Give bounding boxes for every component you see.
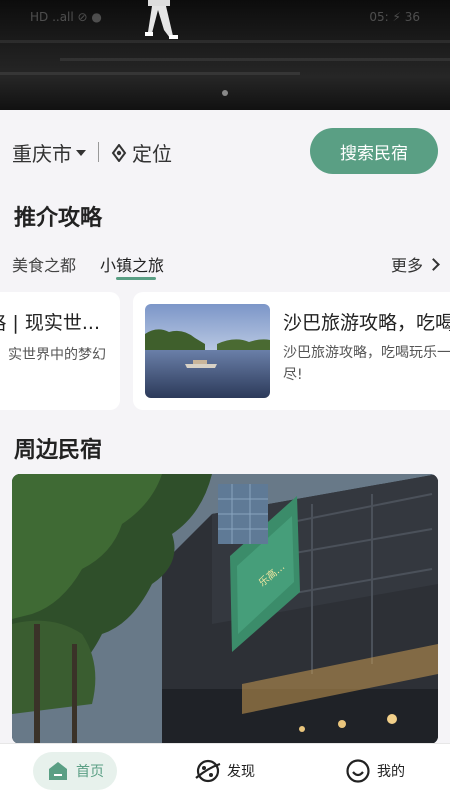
locate-icon bbox=[111, 143, 127, 162]
more-link[interactable]: 更多 bbox=[390, 252, 440, 276]
caret-down-icon bbox=[76, 149, 86, 156]
locate-label: 定位 bbox=[132, 142, 172, 166]
nav-home[interactable]: 首页 bbox=[33, 752, 117, 790]
nav-profile-label: 我的 bbox=[377, 764, 405, 780]
guide-card-desc: 沙巴旅游攻略，吃喝玩乐一 尽! bbox=[283, 345, 450, 383]
smile-icon bbox=[346, 759, 370, 783]
home-icon bbox=[49, 762, 67, 780]
guides-title: 推介攻略 bbox=[14, 206, 103, 231]
guide-card-title: 咯 | 现实世... bbox=[0, 312, 100, 334]
city-selector[interactable]: 重庆市 bbox=[12, 138, 86, 167]
location-row: 重庆市 定位 搜索民宿 bbox=[12, 128, 438, 174]
nearby-title: 周边民宿 bbox=[14, 438, 103, 463]
guide-card[interactable]: 咯 | 现实世... 实世界中的梦幻 bbox=[0, 292, 120, 410]
nav-discover-label: 发现 bbox=[227, 764, 255, 780]
tab-town[interactable]: 小镇之旅 bbox=[100, 252, 164, 276]
divider bbox=[98, 142, 99, 162]
status-bar: HD ..all ⊘ ● 05: ⚡ 36 bbox=[0, 8, 450, 28]
chevron-right-icon bbox=[427, 257, 440, 271]
guide-card-desc: 实世界中的梦幻 bbox=[8, 347, 106, 363]
tab-food[interactable]: 美食之都 bbox=[12, 252, 76, 276]
carousel-dot bbox=[222, 90, 228, 96]
search-homestay-button[interactable]: 搜索民宿 bbox=[310, 128, 438, 174]
guide-card-title: 沙巴旅游攻略，吃喝 bbox=[283, 312, 450, 334]
nav-discover[interactable]: 发现 bbox=[195, 752, 255, 790]
status-left: HD ..all ⊘ ● bbox=[30, 10, 102, 24]
hero-banner[interactable]: HD ..all ⊘ ● 05: ⚡ 36 bbox=[0, 0, 450, 110]
nav-home-label: 首页 bbox=[76, 764, 104, 780]
guide-card-thumbnail bbox=[145, 304, 270, 398]
locate-button[interactable]: 定位 bbox=[110, 138, 172, 167]
bottom-navigation: 首页 发现 我的 bbox=[0, 743, 450, 801]
more-label: 更多 bbox=[390, 256, 423, 275]
nearby-homestay-image[interactable]: 乐高… bbox=[12, 474, 438, 744]
city-label: 重庆市 bbox=[12, 142, 72, 166]
status-right: 05: ⚡ 36 bbox=[369, 10, 420, 24]
guide-card[interactable]: 沙巴旅游攻略，吃喝 沙巴旅游攻略，吃喝玩乐一 尽! bbox=[133, 292, 450, 410]
active-tab-indicator bbox=[116, 277, 156, 280]
nav-profile[interactable]: 我的 bbox=[345, 752, 405, 790]
guide-tabs: 美食之都 小镇之旅 更多 bbox=[12, 252, 440, 282]
planet-icon bbox=[195, 759, 221, 783]
carousel-indicator bbox=[0, 90, 450, 96]
